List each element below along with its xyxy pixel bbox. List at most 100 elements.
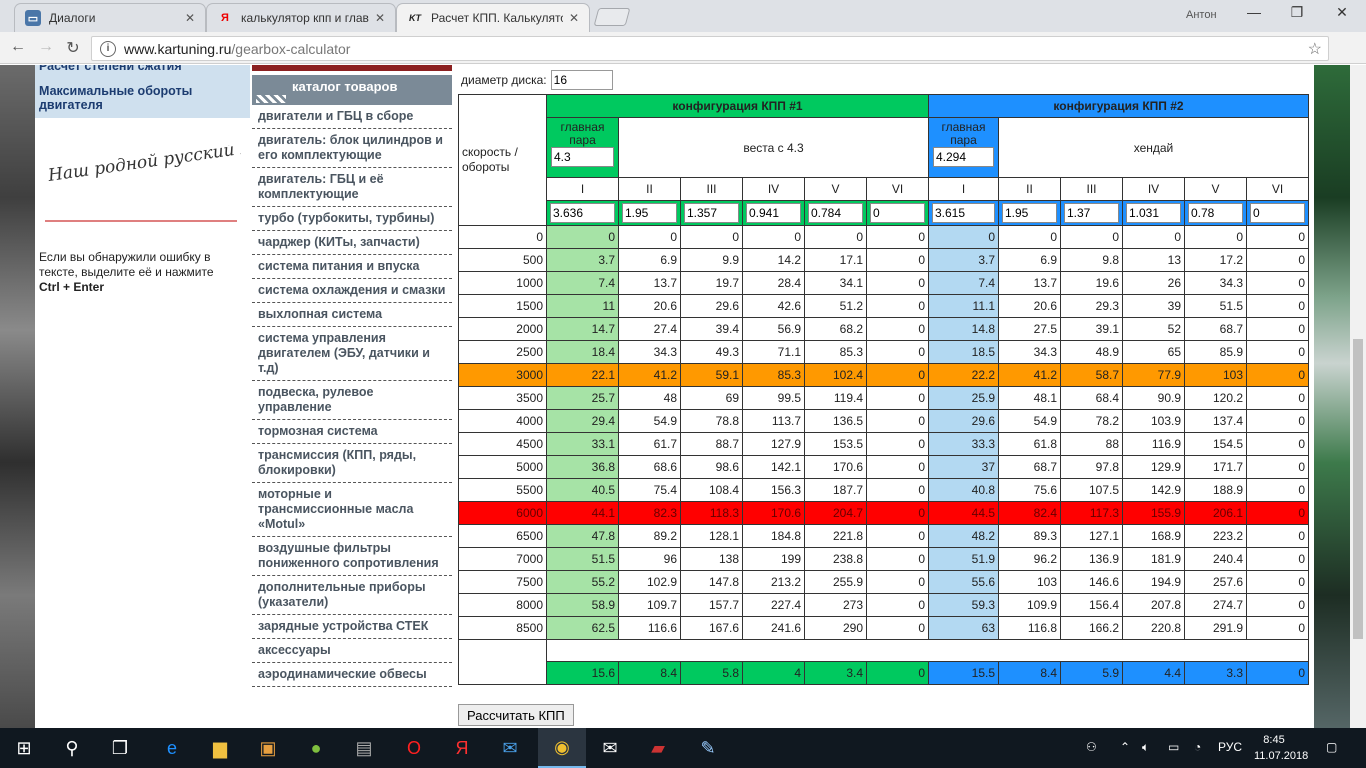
cfg1-ratio-input[interactable]: [550, 203, 615, 223]
speed-cell: 0: [928, 225, 999, 249]
cfg2-ratio-input[interactable]: [1126, 203, 1181, 223]
catalog-item[interactable]: дополнительные приборы (указатели): [252, 576, 452, 615]
minimize-icon[interactable]: —: [1242, 4, 1266, 24]
disk-diameter-input[interactable]: [550, 70, 613, 90]
edge-icon[interactable]: e: [148, 728, 196, 768]
back-icon[interactable]: ←: [8, 38, 28, 58]
calculate-button[interactable]: Рассчитать КПП: [458, 704, 574, 726]
catalog-item[interactable]: турбо (турбокиты, турбины): [252, 207, 452, 231]
catalog-item[interactable]: подвеска, рулевое управление: [252, 381, 452, 420]
yandex-browser-icon[interactable]: Я: [438, 728, 486, 768]
catalog-item[interactable]: выхлопная система: [252, 303, 452, 327]
speed-cell: 78.8: [680, 409, 743, 433]
catalog-item[interactable]: система управления двигателем (ЭБУ, датч…: [252, 327, 452, 381]
catalog-item[interactable]: аэродинамические обвесы: [252, 663, 452, 687]
catalog-item[interactable]: зарядные устройства СТЕК: [252, 615, 452, 639]
windows-start-icon[interactable]: ⊞: [0, 728, 48, 768]
app-ball-icon[interactable]: ●: [292, 728, 340, 768]
yandex-icon: Я: [221, 12, 229, 24]
catalog-item[interactable]: тормозная система: [252, 420, 452, 444]
cfg2-ratio-input[interactable]: [1250, 203, 1305, 223]
config2-main-pair-input[interactable]: [933, 147, 994, 167]
cfg1-ratio-input[interactable]: [808, 203, 863, 223]
gear-label: II: [618, 177, 681, 201]
speed-cell: 61.8: [998, 432, 1061, 456]
config1-main-pair-input[interactable]: [551, 147, 614, 167]
scrollbar-thumb[interactable]: [1353, 339, 1363, 639]
catalog-item[interactable]: аксессуары: [252, 639, 452, 663]
close-icon[interactable]: ✕: [569, 11, 579, 25]
speed-cell: 0: [866, 248, 929, 272]
paint-icon[interactable]: ✎: [684, 728, 732, 768]
cfg2-ratio-input[interactable]: [1188, 203, 1243, 223]
close-window-icon[interactable]: ✕: [1330, 4, 1354, 24]
speed-cell: 0: [866, 478, 929, 502]
cfg1-ratio-input[interactable]: [746, 203, 801, 223]
people-icon[interactable]: ⚇: [1086, 740, 1097, 754]
new-tab-button[interactable]: [593, 8, 631, 26]
total-cell: 5.9: [1060, 661, 1123, 685]
tab-yandex[interactable]: Я калькулятор кпп и главн ✕: [206, 3, 396, 32]
mail-icon[interactable]: ✉: [486, 728, 534, 768]
tab-dialogs[interactable]: ▭ Диалоги ✕: [14, 3, 206, 32]
scrollbar[interactable]: [1350, 65, 1366, 728]
cfg1-ratio-input[interactable]: [684, 203, 739, 223]
speed-cell: 0: [1184, 225, 1247, 249]
cfg2-ratio-input[interactable]: [932, 203, 995, 223]
volume-icon[interactable]: 🔈︎: [1142, 740, 1149, 755]
total-cell: 3.3: [1184, 661, 1247, 685]
reload-icon[interactable]: ↻: [63, 38, 83, 58]
battery-icon[interactable]: ▭: [1168, 740, 1179, 754]
catalog-item[interactable]: двигатель: блок цилиндров и его комплект…: [252, 129, 452, 168]
catalog-item[interactable]: воздушные фильтры пониженного сопротивле…: [252, 537, 452, 576]
chrome-icon[interactable]: ◉: [538, 728, 586, 768]
notifications-icon[interactable]: ▢: [1326, 740, 1337, 754]
speed-cell: 25.9: [928, 386, 999, 410]
forward-icon[interactable]: →: [36, 38, 56, 58]
catalog-item[interactable]: система охлаждения и смазки: [252, 279, 452, 303]
file-explorer-icon[interactable]: ▆: [196, 728, 244, 768]
speed-cell: 107.5: [1060, 478, 1123, 502]
language-indicator[interactable]: РУС: [1218, 740, 1242, 754]
store-icon[interactable]: ▣: [244, 728, 292, 768]
profile-name[interactable]: Антон: [1186, 9, 1217, 21]
speed-cell: 14.8: [928, 317, 999, 341]
catalog-item[interactable]: система питания и впуска: [252, 255, 452, 279]
table-row: 8500 62.5 116.6 167.6 241.6 290 0 63 116.8 166.2 2…: [458, 616, 1309, 640]
tab-kartuning[interactable]: KT Расчет КПП. Калькулятор ✕: [396, 3, 590, 32]
close-icon[interactable]: ✕: [185, 11, 195, 25]
url-field[interactable]: i www.kartuning.ru/gearbox-calculator ☆: [91, 36, 1329, 61]
cfg1-ratio-cell: [680, 200, 743, 226]
app-scroll-icon[interactable]: ▤: [340, 728, 388, 768]
clock[interactable]: 8:45 11.07.2018: [1254, 732, 1308, 764]
catalog-item[interactable]: чарджер (КИТы, запчасти): [252, 231, 452, 255]
app-red-icon[interactable]: ▰: [634, 728, 682, 768]
link-max-rpm[interactable]: Максимальные обороты двигателя: [39, 84, 246, 112]
task-view-icon[interactable]: ❐: [96, 728, 144, 768]
cfg2-ratio-input[interactable]: [1002, 203, 1057, 223]
close-icon[interactable]: ✕: [375, 11, 385, 25]
catalog-item[interactable]: моторные и трансмиссионные масла «Motul»: [252, 483, 452, 537]
bookmark-star-icon[interactable]: ☆: [1308, 39, 1322, 59]
cfg1-ratio-input[interactable]: [622, 203, 677, 223]
opera-icon[interactable]: O: [390, 728, 438, 768]
chevron-up-icon[interactable]: ⌃: [1120, 740, 1130, 754]
search-icon[interactable]: ⚲: [48, 728, 96, 768]
wifi-icon[interactable]: ◔: [1194, 740, 1201, 754]
info-icon[interactable]: i: [100, 40, 116, 57]
speed-cell: 0: [866, 340, 929, 364]
mail-client-icon[interactable]: ✉: [586, 728, 634, 768]
catalog-item[interactable]: двигатели и ГБЦ в сборе: [252, 105, 452, 129]
restore-icon[interactable]: ❐: [1285, 4, 1309, 24]
catalog-item[interactable]: трансмиссия (КПП, ряды, блокировки): [252, 444, 452, 483]
catalog-item[interactable]: двигатель: ГБЦ и её комплектующие: [252, 168, 452, 207]
cfg2-ratio-input[interactable]: [1064, 203, 1119, 223]
speed-cell: 41.2: [998, 363, 1061, 387]
speed-cell: 0: [546, 225, 619, 249]
speed-cell: 19.7: [680, 271, 743, 295]
speed-cell: 37: [928, 455, 999, 479]
speed-cell: 257.6: [1184, 570, 1247, 594]
cfg1-ratio-input[interactable]: [870, 203, 925, 223]
link-compression[interactable]: Расчет степени сжатия: [39, 65, 246, 73]
speed-cell: 36.8: [546, 455, 619, 479]
